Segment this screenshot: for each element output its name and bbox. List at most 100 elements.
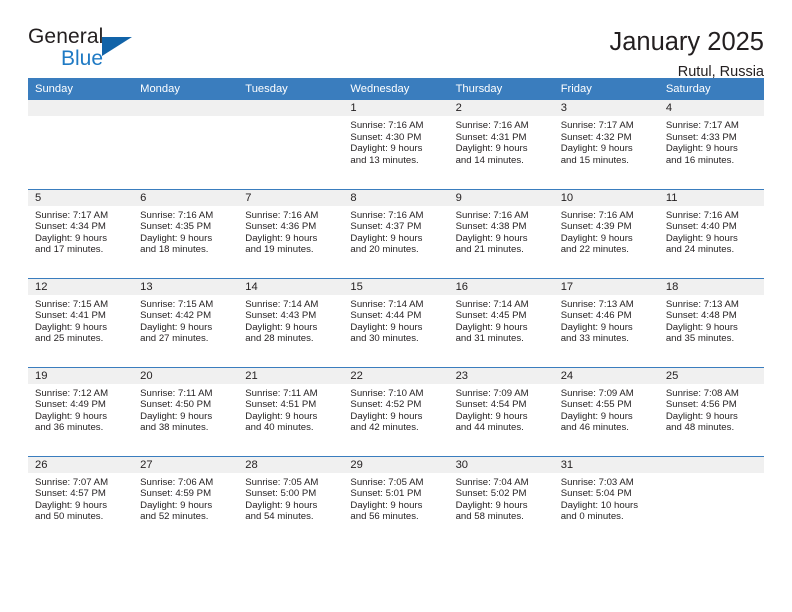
day-cell-inner: 19 Sunrise: 7:12 AM Sunset: 4:49 PM Dayligh…	[28, 367, 134, 456]
day-number: 6	[133, 189, 239, 206]
daylight-text-line2: and 50 minutes.	[35, 511, 104, 523]
day-cell-inner: 14 Sunrise: 7:14 AM Sunset: 4:43 PM Dayligh…	[238, 278, 344, 367]
calendar-day-cell[interactable]: 6 Sunrise: 7:16 AM Sunset: 4:35 PM Daylight…	[133, 188, 239, 278]
general-blue-logo[interactable]: General Blue	[28, 26, 208, 74]
day-number: 19	[28, 367, 134, 384]
day-number: 26	[28, 456, 134, 473]
calendar-day-cell[interactable]: 23 Sunrise: 7:09 AM Sunset: 4:54 PM Dayligh…	[448, 366, 554, 456]
calendar-day-cell[interactable]: 15 Sunrise: 7:14 AM Sunset: 4:44 PM Dayligh…	[343, 277, 449, 367]
daylight-text-line1: Daylight: 9 hours	[560, 321, 633, 333]
day-number: 31	[553, 456, 659, 473]
calendar-empty-cell	[658, 455, 764, 545]
calendar-day-cell[interactable]: 26 Sunrise: 7:07 AM Sunset: 4:57 PM Dayligh…	[28, 455, 134, 545]
sunset-text: Sunset: 4:33 PM	[665, 131, 737, 143]
calendar-day-cell[interactable]: 16 Sunrise: 7:14 AM Sunset: 4:45 PM Dayligh…	[448, 277, 554, 367]
calendar-day-cell[interactable]: 21 Sunrise: 7:11 AM Sunset: 4:51 PM Dayligh…	[238, 366, 344, 456]
weekday-header-saturday: Saturday	[658, 78, 764, 100]
calendar-day-cell[interactable]: 12 Sunrise: 7:15 AM Sunset: 4:41 PM Dayligh…	[28, 277, 134, 367]
calendar-day-cell[interactable]: 14 Sunrise: 7:14 AM Sunset: 4:43 PM Dayligh…	[238, 277, 344, 367]
day-details: Sunrise: 7:15 AM Sunset: 4:42 PM Daylight:…	[133, 295, 238, 345]
daylight-text-line1: Daylight: 9 hours	[140, 321, 213, 333]
day-details	[133, 116, 238, 120]
calendar-day-cell[interactable]: 9 Sunrise: 7:16 AM Sunset: 4:38 PM Daylight…	[448, 188, 554, 278]
calendar-day-cell[interactable]: 20 Sunrise: 7:11 AM Sunset: 4:50 PM Dayligh…	[133, 366, 239, 456]
location-subtitle: Rutul, Russia	[677, 64, 764, 81]
day-cell-inner	[133, 100, 239, 188]
calendar-empty-cell	[28, 100, 134, 189]
day-details: Sunrise: 7:15 AM Sunset: 4:41 PM Daylight:…	[28, 295, 133, 345]
calendar-day-cell[interactable]: 4 Sunrise: 7:17 AM Sunset: 4:33 PM Daylight…	[658, 100, 764, 189]
weekday-header-friday: Friday	[553, 78, 659, 100]
daylight-text-line2: and 54 minutes.	[245, 511, 314, 523]
calendar-day-cell[interactable]: 3 Sunrise: 7:17 AM Sunset: 4:32 PM Daylight…	[553, 100, 659, 189]
calendar-day-cell[interactable]: 18 Sunrise: 7:13 AM Sunset: 4:48 PM Dayligh…	[658, 277, 764, 367]
day-number: 25	[658, 367, 764, 384]
day-cell-inner: 21 Sunrise: 7:11 AM Sunset: 4:51 PM Dayligh…	[238, 367, 344, 456]
daylight-text-line1: Daylight: 9 hours	[35, 499, 107, 511]
calendar-day-cell[interactable]: 24 Sunrise: 7:09 AM Sunset: 4:55 PM Dayligh…	[553, 366, 659, 456]
sunset-text: Sunset: 4:45 PM	[455, 310, 527, 322]
calendar-day-cell[interactable]: 30 Sunrise: 7:04 AM Sunset: 5:02 PM Dayligh…	[448, 455, 554, 545]
day-number	[238, 100, 344, 116]
sunset-text: Sunset: 4:39 PM	[560, 221, 632, 233]
page-header: General Blue January 2025 Rutul, Russia	[28, 0, 764, 80]
calendar-day-cell[interactable]: 29 Sunrise: 7:05 AM Sunset: 5:01 PM Dayligh…	[343, 455, 449, 545]
day-number: 7	[238, 189, 344, 206]
day-details	[659, 473, 764, 477]
daylight-text-line2: and 28 minutes.	[245, 333, 314, 345]
sunset-text: Sunset: 4:36 PM	[245, 221, 317, 233]
calendar-day-cell[interactable]: 1 Sunrise: 7:16 AM Sunset: 4:30 PM Daylight…	[343, 100, 449, 189]
calendar-day-cell[interactable]: 28 Sunrise: 7:05 AM Sunset: 5:00 PM Dayligh…	[238, 455, 344, 545]
day-details: Sunrise: 7:17 AM Sunset: 4:33 PM Daylight:…	[659, 116, 764, 166]
daylight-text-line1: Daylight: 9 hours	[245, 410, 318, 422]
daylight-text-line2: and 40 minutes.	[245, 422, 314, 434]
calendar-day-cell[interactable]: 5 Sunrise: 7:17 AM Sunset: 4:34 PM Daylight…	[28, 188, 134, 278]
day-cell-inner	[28, 100, 134, 188]
calendar-day-cell[interactable]: 7 Sunrise: 7:16 AM Sunset: 4:36 PM Daylight…	[238, 188, 344, 278]
day-number: 4	[658, 100, 764, 116]
daylight-text-line2: and 44 minutes.	[455, 422, 524, 434]
calendar-day-cell[interactable]: 25 Sunrise: 7:08 AM Sunset: 4:56 PM Dayligh…	[658, 366, 764, 456]
sunrise-text: Sunrise: 7:08 AM	[665, 387, 739, 399]
calendar-empty-cell	[238, 100, 344, 189]
sunset-text: Sunset: 4:51 PM	[245, 399, 317, 411]
sunrise-text: Sunrise: 7:13 AM	[665, 298, 739, 310]
daylight-text-line2: and 19 minutes.	[245, 244, 314, 256]
sunrise-text: Sunrise: 7:17 AM	[560, 120, 634, 131]
daylight-text-line2: and 18 minutes.	[140, 244, 209, 256]
day-details: Sunrise: 7:11 AM Sunset: 4:51 PM Daylight:…	[238, 384, 343, 434]
sunset-text: Sunset: 4:56 PM	[665, 399, 737, 411]
daylight-text-line2: and 36 minutes.	[35, 422, 104, 434]
calendar-day-cell[interactable]: 31 Sunrise: 7:03 AM Sunset: 5:04 PM Dayligh…	[553, 455, 659, 545]
day-cell-inner: 26 Sunrise: 7:07 AM Sunset: 4:57 PM Dayligh…	[28, 456, 134, 545]
day-number	[133, 100, 239, 116]
calendar-day-cell[interactable]: 17 Sunrise: 7:13 AM Sunset: 4:46 PM Dayligh…	[553, 277, 659, 367]
sunrise-text: Sunrise: 7:05 AM	[350, 476, 424, 488]
sunset-text: Sunset: 4:44 PM	[350, 310, 422, 322]
day-number: 18	[658, 278, 764, 295]
sunset-text: Sunset: 4:54 PM	[455, 399, 527, 411]
day-cell-inner: 27 Sunrise: 7:06 AM Sunset: 4:59 PM Dayligh…	[133, 456, 239, 545]
day-number: 12	[28, 278, 134, 295]
calendar-day-cell[interactable]: 19 Sunrise: 7:12 AM Sunset: 4:49 PM Dayligh…	[28, 366, 134, 456]
daylight-text-line1: Daylight: 9 hours	[560, 410, 633, 422]
daylight-text-line2: and 58 minutes.	[455, 511, 524, 523]
calendar-day-cell[interactable]: 27 Sunrise: 7:06 AM Sunset: 4:59 PM Dayligh…	[133, 455, 239, 545]
sunrise-text: Sunrise: 7:16 AM	[245, 209, 319, 221]
sunrise-text: Sunrise: 7:03 AM	[560, 476, 634, 488]
calendar-day-cell[interactable]: 2 Sunrise: 7:16 AM Sunset: 4:31 PM Daylight…	[448, 100, 554, 189]
day-number: 30	[448, 456, 554, 473]
daylight-text-line1: Daylight: 9 hours	[140, 499, 213, 511]
calendar-day-cell[interactable]: 11 Sunrise: 7:16 AM Sunset: 4:40 PM Dayligh…	[658, 188, 764, 278]
daylight-text-line1: Daylight: 9 hours	[350, 143, 423, 155]
calendar-day-cell[interactable]: 13 Sunrise: 7:15 AM Sunset: 4:42 PM Dayligh…	[133, 277, 239, 367]
daylight-text-line1: Daylight: 9 hours	[350, 321, 423, 333]
day-cell-inner: 16 Sunrise: 7:14 AM Sunset: 4:45 PM Dayligh…	[448, 278, 554, 367]
sunset-text: Sunset: 4:34 PM	[35, 221, 106, 233]
calendar-day-cell[interactable]: 10 Sunrise: 7:16 AM Sunset: 4:39 PM Dayligh…	[553, 188, 659, 278]
sunrise-text: Sunrise: 7:06 AM	[140, 476, 214, 488]
calendar-day-cell[interactable]: 22 Sunrise: 7:10 AM Sunset: 4:52 PM Dayligh…	[343, 366, 449, 456]
daylight-text-line2: and 48 minutes.	[665, 422, 735, 434]
calendar-day-cell[interactable]: 8 Sunrise: 7:16 AM Sunset: 4:37 PM Daylight…	[343, 188, 449, 278]
calendar-header-row: Sunday Monday Tuesday Wednesday Thursday Frid…	[28, 78, 764, 100]
